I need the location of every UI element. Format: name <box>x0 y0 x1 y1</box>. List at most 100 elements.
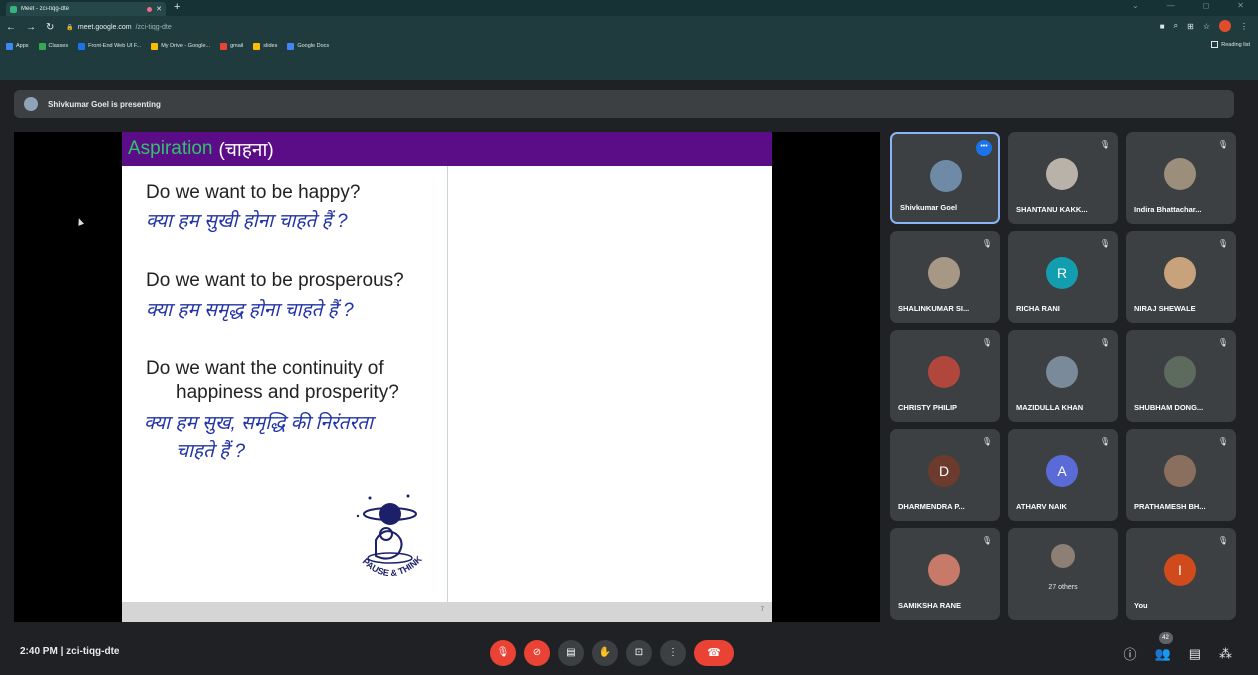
bookmark-item[interactable]: My Drive - Google... <box>151 42 210 50</box>
meeting-info-separator: | <box>60 646 64 657</box>
muted-mic-icon: 🎙 <box>1217 239 1228 248</box>
meeting-time: 2:40 PM <box>20 646 58 657</box>
chat-icon[interactable]: ▤ <box>1189 646 1201 662</box>
others-count-label: 27 others <box>1048 584 1078 591</box>
url-host: meet.google.com <box>77 23 132 31</box>
close-window-icon[interactable]: ✕ <box>1237 1 1244 10</box>
tab-strip: Meet - zci-tiqg-dte ✕ + ⌄ — ◻ ✕ <box>0 0 1258 16</box>
close-tab-icon[interactable]: ✕ <box>156 5 162 13</box>
pause-and-think-logo: PAUSE & THINK <box>356 494 424 578</box>
more-options-button[interactable]: ⋮ <box>660 640 686 666</box>
tile-more-options-icon[interactable]: ••• <box>976 140 992 156</box>
leave-call-button[interactable]: ☎ <box>694 640 734 666</box>
back-icon[interactable]: ← <box>6 22 16 33</box>
participant-name: SHUBHAM DONG... <box>1134 403 1204 412</box>
mic-off-button[interactable]: 🎙 <box>490 640 516 666</box>
camera-off-button[interactable]: ⊘ <box>524 640 550 666</box>
captions-button[interactable]: ▤ <box>558 640 584 666</box>
participant-name: You <box>1134 601 1148 610</box>
participant-tile[interactable]: 🎙 SAMIKSHA RANE <box>890 528 1000 620</box>
mic-off-icon: 🎙 <box>496 647 510 658</box>
participant-photo <box>1164 455 1196 487</box>
bookmark-item[interactable]: Classes <box>38 42 69 50</box>
people-icon: 👥 <box>1154 645 1171 661</box>
muted-mic-icon: 🎙 <box>1217 140 1228 149</box>
present-button[interactable]: ⊡ <box>626 640 652 666</box>
bookmark-item[interactable]: Apps <box>6 42 29 50</box>
muted-mic-icon: 🎙 <box>981 239 992 248</box>
participant-tile[interactable]: 🎙 NIRAJ SHEWALE <box>1126 231 1236 323</box>
participant-photo <box>1164 257 1196 289</box>
question-2-hindi: क्या हम समृद्ध होना चाहते हैं ? <box>146 300 354 321</box>
extensions-icon[interactable]: ⊞ <box>1187 22 1194 31</box>
participant-name: SHANTANU KAKK... <box>1016 205 1088 214</box>
participant-tile[interactable]: R 🎙 RICHA RANI <box>1008 231 1118 323</box>
bookmark-icon <box>6 42 13 50</box>
bookmark-item[interactable]: Front-End Web UI F... <box>78 42 141 50</box>
slide-title: Aspiration <box>128 138 213 159</box>
browser-chrome: Meet - zci-tiqg-dte ✕ + ⌄ — ◻ ✕ ← → ↻ 🔒 … <box>0 0 1258 80</box>
address-bar[interactable]: 🔒 meet.google.com/zci-tiqg-dte <box>66 24 966 31</box>
camera-indicator-icon[interactable]: ■ <box>1160 22 1165 31</box>
bookmark-label: Google Docs <box>297 43 330 49</box>
zoom-icon[interactable]: ⌕ <box>1174 21 1178 31</box>
reload-icon[interactable]: ↻ <box>46 22 54 33</box>
participant-tile[interactable]: D 🎙 DHARMENDRA P... <box>890 429 1000 521</box>
participant-tile[interactable]: ••• Shivkumar Goel <box>890 132 1000 224</box>
participant-grid: ••• Shivkumar Goel 🎙 SHANTANU KAKK... 🎙 Indir… <box>890 132 1240 632</box>
bookmark-label: Apps <box>16 43 29 49</box>
maximize-icon[interactable]: ◻ <box>1203 1 1210 10</box>
star-icon[interactable]: ☆ <box>1203 22 1210 31</box>
menu-icon[interactable]: ⋮ <box>1240 22 1248 31</box>
bookmark-item[interactable]: Google Docs <box>287 42 330 50</box>
present-icon: ⊡ <box>634 647 644 658</box>
reading-list-button[interactable]: Reading list <box>1211 41 1250 48</box>
forward-icon[interactable]: → <box>26 22 36 33</box>
slide-column-divider <box>447 166 448 602</box>
participant-initial-avatar: I <box>1164 554 1196 586</box>
bookmark-label: slides <box>263 43 278 49</box>
participant-tile[interactable]: 🎙 MAZIDULLA KHAN <box>1008 330 1118 422</box>
muted-mic-icon: 🎙 <box>1099 338 1110 347</box>
people-button[interactable]: 42 👥 <box>1154 631 1173 662</box>
participant-tile[interactable]: 🎙 PRATHAMESH BH... <box>1126 429 1236 521</box>
browser-toolbar: ← → ↻ 🔒 meet.google.com/zci-tiqg-dte ■ ⌕… <box>0 16 1258 38</box>
participant-tile[interactable]: 🎙 SHALINKUMAR SI... <box>890 231 1000 323</box>
bookmark-item[interactable]: slides <box>253 42 278 50</box>
participant-tile[interactable]: I 🎙 You <box>1126 528 1236 620</box>
more-vert-icon: ⋮ <box>668 647 678 658</box>
participant-name: CHRISTY PHILIP <box>898 403 958 412</box>
activities-icon[interactable]: ⁂ <box>1219 646 1232 662</box>
slide-page-number: 7 <box>760 607 764 613</box>
participant-initial-avatar: R <box>1046 257 1078 289</box>
recording-dot-icon <box>147 6 153 12</box>
question-3-hindi-line-1: क्या हम सुख, समृद्धि की निरंतरता <box>144 413 374 434</box>
raise-hand-button[interactable]: ✋ <box>592 640 618 666</box>
reading-list-icon <box>1211 41 1219 48</box>
participant-tile[interactable]: 🎙 SHANTANU KAKK... <box>1008 132 1118 224</box>
profile-avatar[interactable] <box>1219 20 1231 32</box>
bookmark-item[interactable]: gmail <box>220 42 243 50</box>
participant-tile[interactable]: 🎙 Indira Bhattachar... <box>1126 132 1236 224</box>
participant-initial-avatar: D <box>928 455 960 487</box>
minimize-icon[interactable]: — <box>1167 1 1175 10</box>
meeting-details-icon[interactable]: ⓘ <box>1124 644 1137 663</box>
meet-window: Shivkumar Goel is presenting Aspiration … <box>0 80 1258 675</box>
question-3-line-1: Do we want the continuity of <box>146 358 384 379</box>
bookmark-icon <box>220 42 228 50</box>
participant-tile[interactable]: 🎙 SHUBHAM DONG... <box>1126 330 1236 422</box>
participant-tile[interactable]: 🎙 CHRISTY PHILIP <box>890 330 1000 422</box>
presentation-stage[interactable]: Aspiration (चाहना) Do we want to be happ… <box>14 132 880 622</box>
bookmark-icon <box>78 42 86 50</box>
muted-mic-icon: 🎙 <box>1217 536 1228 545</box>
chevron-down-icon[interactable]: ⌄ <box>1132 1 1139 10</box>
tab-meet[interactable]: Meet - zci-tiqg-dte ✕ <box>6 2 166 16</box>
bookmark-label: Classes <box>48 43 69 49</box>
participant-name: PRATHAMESH BH... <box>1134 502 1206 511</box>
participant-tile[interactable]: 27 others <box>1008 528 1118 620</box>
presenter-avatar <box>24 97 38 111</box>
hand-icon: ✋ <box>598 647 612 658</box>
participant-tile[interactable]: A 🎙 ATHARV NAIK <box>1008 429 1118 521</box>
new-tab-button[interactable]: + <box>174 1 180 13</box>
window-controls: ⌄ — ◻ ✕ <box>1132 1 1244 10</box>
